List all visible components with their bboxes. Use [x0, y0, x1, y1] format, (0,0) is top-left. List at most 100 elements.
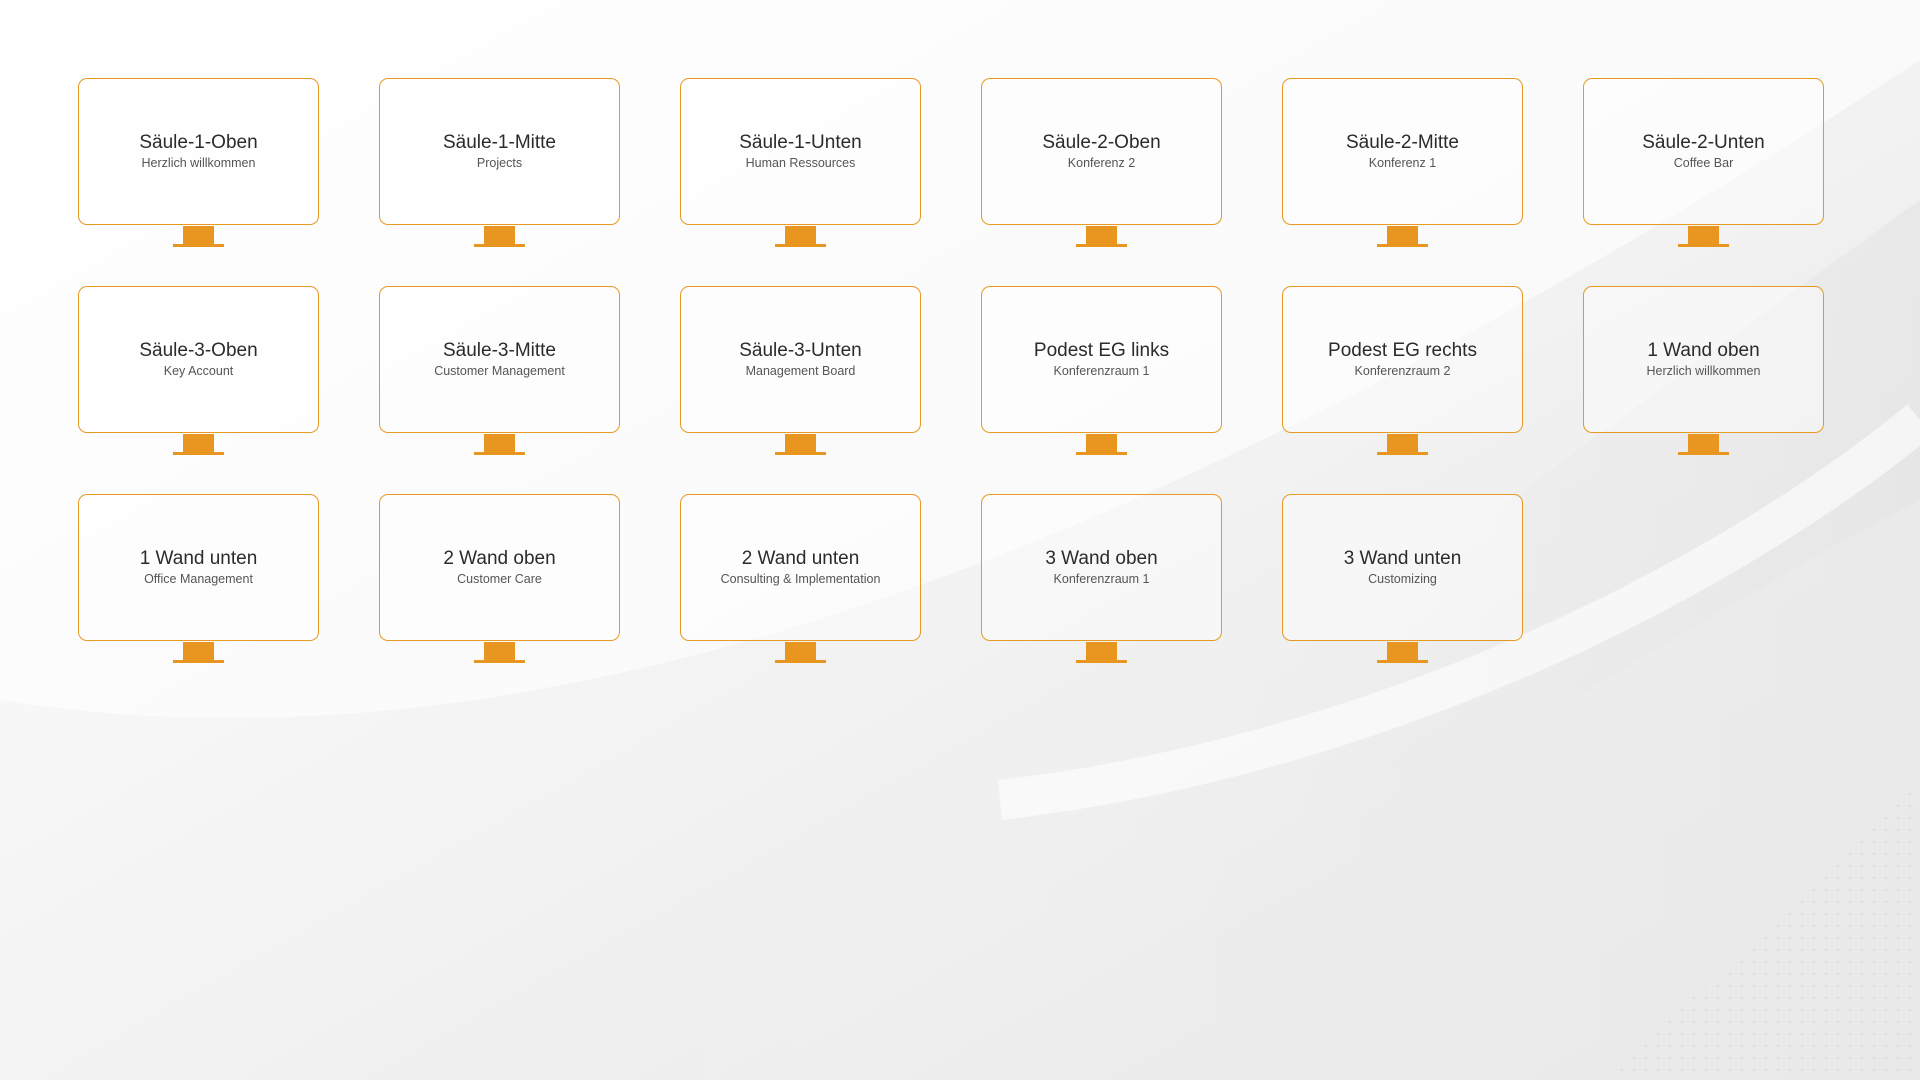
monitor-stand-base — [1377, 660, 1428, 663]
monitor-stand-base — [1377, 452, 1428, 455]
display-tile[interactable]: Podest EG rechts Konferenzraum 2 — [1282, 286, 1523, 455]
monitor-stand-neck — [183, 434, 214, 452]
display-subtitle: Management Board — [745, 364, 856, 378]
monitor-stand-base — [1678, 452, 1729, 455]
display-title: 3 Wand oben — [1045, 548, 1158, 569]
monitor-stand-base — [173, 452, 224, 455]
monitor-stand-neck — [785, 434, 816, 452]
monitor-stand-base — [173, 244, 224, 247]
display-tile[interactable]: 1 Wand unten Office Management — [78, 494, 319, 663]
monitor-stand-base — [474, 452, 525, 455]
monitor-stand-base — [1678, 244, 1729, 247]
monitor-stand-neck — [1688, 434, 1719, 452]
display-title: 2 Wand oben — [443, 548, 556, 569]
display-tile[interactable]: Säule-1-Oben Herzlich willkommen — [78, 78, 319, 247]
monitor-stand-base — [474, 244, 525, 247]
display-subtitle: Konferenzraum 1 — [1053, 572, 1150, 586]
display-tile[interactable]: Podest EG links Konferenzraum 1 — [981, 286, 1222, 455]
monitor-icon: Säule-3-Mitte Customer Management — [379, 286, 620, 433]
monitor-stand-neck — [1688, 226, 1719, 244]
display-title: Säule-1-Oben — [139, 132, 258, 153]
display-tile[interactable]: 2 Wand unten Consulting & Implementation — [680, 494, 921, 663]
display-tile[interactable]: Säule-2-Unten Coffee Bar — [1583, 78, 1824, 247]
display-title: Säule-3-Unten — [739, 340, 862, 361]
display-title: Säule-1-Mitte — [443, 132, 556, 153]
monitor-icon: Säule-3-Oben Key Account — [78, 286, 319, 433]
display-tile[interactable]: Säule-3-Oben Key Account — [78, 286, 319, 455]
monitor-stand-base — [1076, 660, 1127, 663]
display-tile[interactable]: Säule-2-Oben Konferenz 2 — [981, 78, 1222, 247]
monitor-stand-neck — [785, 642, 816, 660]
display-title: Säule-2-Mitte — [1346, 132, 1459, 153]
display-title: Podest EG links — [1033, 340, 1170, 361]
monitor-stand-neck — [1387, 642, 1418, 660]
monitor-stand-base — [474, 660, 525, 663]
monitor-icon: Säule-1-Unten Human Ressources — [680, 78, 921, 225]
display-tile[interactable]: Säule-1-Mitte Projects — [379, 78, 620, 247]
monitor-icon: Säule-2-Oben Konferenz 2 — [981, 78, 1222, 225]
monitor-stand-neck — [183, 642, 214, 660]
monitor-icon: 1 Wand oben Herzlich willkommen — [1583, 286, 1824, 433]
display-title: Säule-3-Oben — [139, 340, 258, 361]
monitor-stand-neck — [484, 226, 515, 244]
monitor-icon: 2 Wand unten Consulting & Implementation — [680, 494, 921, 641]
display-subtitle: Konferenzraum 1 — [1053, 364, 1150, 378]
display-tile[interactable]: 2 Wand oben Customer Care — [379, 494, 620, 663]
monitor-stand-neck — [1387, 434, 1418, 452]
monitor-icon: Säule-1-Oben Herzlich willkommen — [78, 78, 319, 225]
display-tile[interactable]: Säule-1-Unten Human Ressources — [680, 78, 921, 247]
display-subtitle: Herzlich willkommen — [1646, 364, 1761, 378]
monitor-stand-neck — [785, 226, 816, 244]
display-tile[interactable]: 1 Wand oben Herzlich willkommen — [1583, 286, 1824, 455]
display-tile[interactable]: Säule-3-Unten Management Board — [680, 286, 921, 455]
display-subtitle: Key Account — [163, 364, 234, 378]
monitor-icon: 3 Wand unten Customizing — [1282, 494, 1523, 641]
display-subtitle: Konferenz 2 — [1067, 156, 1136, 170]
monitor-icon: Säule-2-Mitte Konferenz 1 — [1282, 78, 1523, 225]
monitor-icon: Podest EG links Konferenzraum 1 — [981, 286, 1222, 433]
display-tile[interactable]: Säule-2-Mitte Konferenz 1 — [1282, 78, 1523, 247]
monitor-icon: Säule-1-Mitte Projects — [379, 78, 620, 225]
monitor-icon: 3 Wand oben Konferenzraum 1 — [981, 494, 1222, 641]
monitor-stand-base — [775, 244, 826, 247]
monitor-stand-neck — [1086, 434, 1117, 452]
monitor-stand-neck — [1086, 226, 1117, 244]
display-title: 1 Wand unten — [139, 548, 258, 569]
display-tile[interactable]: 3 Wand oben Konferenzraum 1 — [981, 494, 1222, 663]
display-subtitle: Customer Management — [434, 364, 565, 378]
display-tile[interactable]: 3 Wand unten Customizing — [1282, 494, 1523, 663]
display-title: Säule-3-Mitte — [443, 340, 556, 361]
monitor-stand-neck — [484, 434, 515, 452]
display-subtitle: Office Management — [144, 572, 253, 586]
display-subtitle: Herzlich willkommen — [141, 156, 256, 170]
monitor-stand-base — [775, 452, 826, 455]
monitor-stand-neck — [1086, 642, 1117, 660]
monitor-stand-base — [1377, 244, 1428, 247]
monitor-icon: Säule-3-Unten Management Board — [680, 286, 921, 433]
monitor-icon: 2 Wand oben Customer Care — [379, 494, 620, 641]
monitor-stand-base — [1076, 452, 1127, 455]
display-subtitle: Konferenzraum 2 — [1354, 364, 1451, 378]
monitor-icon: Podest EG rechts Konferenzraum 2 — [1282, 286, 1523, 433]
monitor-stand-base — [173, 660, 224, 663]
display-title: 3 Wand unten — [1343, 548, 1462, 569]
display-title: 1 Wand oben — [1647, 340, 1760, 361]
display-title: Säule-2-Oben — [1042, 132, 1161, 153]
monitor-stand-base — [775, 660, 826, 663]
display-subtitle: Customizing — [1368, 572, 1437, 586]
display-grid: Säule-1-Oben Herzlich willkommen Säule-1-M… — [78, 78, 1824, 663]
display-title: 2 Wand unten — [741, 548, 860, 569]
display-title: Säule-1-Unten — [739, 132, 862, 153]
monitor-stand-neck — [484, 642, 515, 660]
display-subtitle: Consulting & Implementation — [720, 572, 881, 586]
monitor-stand-neck — [183, 226, 214, 244]
display-title: Podest EG rechts — [1328, 340, 1477, 361]
display-subtitle: Projects — [476, 156, 523, 170]
display-subtitle: Human Ressources — [745, 156, 856, 170]
monitor-icon: Säule-2-Unten Coffee Bar — [1583, 78, 1824, 225]
monitor-stand-neck — [1387, 226, 1418, 244]
display-tile[interactable]: Säule-3-Mitte Customer Management — [379, 286, 620, 455]
monitor-icon: 1 Wand unten Office Management — [78, 494, 319, 641]
display-subtitle: Konferenz 1 — [1368, 156, 1437, 170]
monitor-stand-base — [1076, 244, 1127, 247]
